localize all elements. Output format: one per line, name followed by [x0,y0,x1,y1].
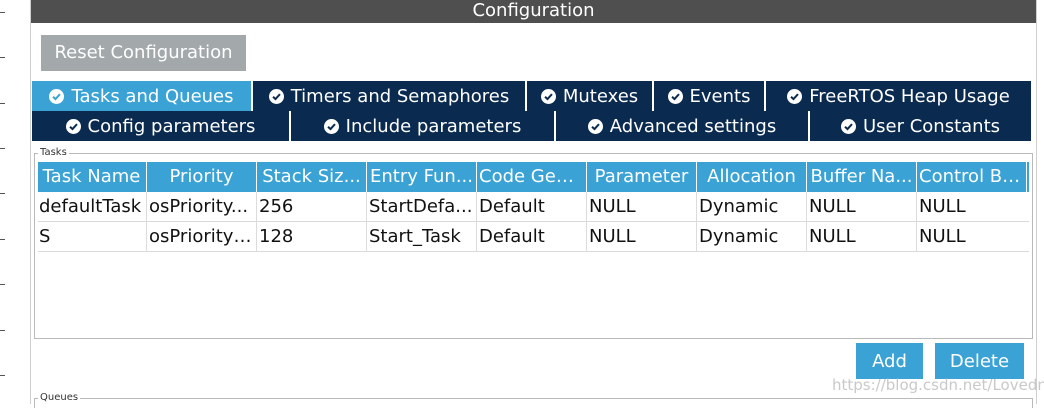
watermark: https://blog.csdn.net/Lovedn [832,376,1044,394]
gutter-tick [0,284,5,285]
check-circle-icon [840,118,856,134]
table-cell: 128 [257,222,367,251]
tab-freertos-heap-usage[interactable]: FreeRTOS Heap Usage [766,81,1031,111]
gutter-tick [0,103,5,104]
table-cell: defaultTask [38,192,147,221]
table-cell: NULL [919,226,966,247]
tab-bar-secondary: Config parameters Include parameters Adv… [32,111,1031,141]
queues-group [34,398,1033,408]
column-header-entry-function[interactable]: Entry Fun... [367,162,477,192]
tab-bar-primary: Tasks and Queues Timers and Semaphores M… [32,81,1031,111]
check-circle-icon [49,88,65,104]
add-task-button[interactable]: Add [856,343,923,379]
tab-label: Events [689,85,751,107]
delete-task-button[interactable]: Delete [935,343,1024,379]
gutter-tick [0,12,5,13]
tab-advanced-settings[interactable]: Advanced settings [556,111,810,141]
column-header-code-generation[interactable]: Code Gen... [477,162,587,192]
tab-label: Include parameters [345,115,522,137]
left-panel-edge [0,0,31,404]
table-header-row: Task Name Priority Stack Siz... Entry Fu… [38,162,1029,192]
tab-timers-and-semaphores[interactable]: Timers and Semaphores [253,81,527,111]
tab-label: User Constants [862,115,1001,137]
tasks-table: Task Name Priority Stack Siz... Entry Fu… [38,162,1029,252]
column-header-control-block[interactable]: Control Bl... [917,162,1027,192]
tab-label: Advanced settings [609,115,777,137]
table-cell: Default [477,222,587,251]
check-circle-icon [587,118,603,134]
table-cell: StartDefa... [367,192,477,221]
tab-label: Config parameters [87,115,256,137]
tasks-group-legend: Tasks [38,147,69,158]
column-header-priority[interactable]: Priority [147,162,257,192]
check-circle-icon [65,118,81,134]
table-cell: 256 [257,192,367,221]
table-cell: osPriority... [147,192,257,221]
gutter-tick [0,193,5,194]
gutter-tick [0,330,5,331]
queues-group-legend: Queues [38,392,81,403]
tab-label: Tasks and Queues [71,85,234,107]
column-header-buffer-name[interactable]: Buffer Na... [807,162,917,192]
tab-label: FreeRTOS Heap Usage [809,85,1010,107]
gutter-tick [0,148,5,149]
table-cell: osPriorityI... [147,222,257,251]
table-cell: Start_Task [367,222,477,251]
check-circle-icon [540,88,556,104]
check-circle-icon [323,118,339,134]
gutter-tick [0,57,5,58]
table-row[interactable]: S osPriorityI... 128 Start_Task Default … [38,222,1029,252]
table-cell: Dynamic [697,222,807,251]
table-cell: Dynamic [697,192,807,221]
table-cell: S [38,222,147,251]
check-circle-icon [667,88,683,104]
gutter-tick [0,375,5,376]
table-cell: NULL [807,222,917,251]
tab-mutexes[interactable]: Mutexes [527,81,654,111]
table-cell: NULL [919,196,966,217]
check-circle-icon [268,88,284,104]
column-header-parameter[interactable]: Parameter [587,162,697,192]
configuration-title: Configuration [31,0,1036,23]
table-cell: NULL [587,222,697,251]
tab-label: Timers and Semaphores [290,85,510,107]
tab-label: Mutexes [562,85,639,107]
tab-config-parameters[interactable]: Config parameters [32,111,291,141]
table-cell: Default [477,192,587,221]
gutter-tick [0,239,5,240]
column-header-stack-size[interactable]: Stack Siz... [257,162,367,192]
column-header-allocation[interactable]: Allocation [697,162,807,192]
table-cell: NULL [587,192,697,221]
tab-tasks-and-queues[interactable]: Tasks and Queues [32,81,253,111]
tab-include-parameters[interactable]: Include parameters [291,111,556,141]
column-header-task-name[interactable]: Task Name [38,162,147,192]
table-cell: NULL [807,192,917,221]
check-circle-icon [787,88,803,104]
right-scrollbar[interactable] [1036,0,1044,404]
table-row[interactable]: defaultTask osPriority... 256 StartDefa.… [38,192,1029,222]
reset-configuration-button[interactable]: Reset Configuration [41,35,246,71]
tab-events[interactable]: Events [654,81,766,111]
tab-user-constants[interactable]: User Constants [810,111,1031,141]
